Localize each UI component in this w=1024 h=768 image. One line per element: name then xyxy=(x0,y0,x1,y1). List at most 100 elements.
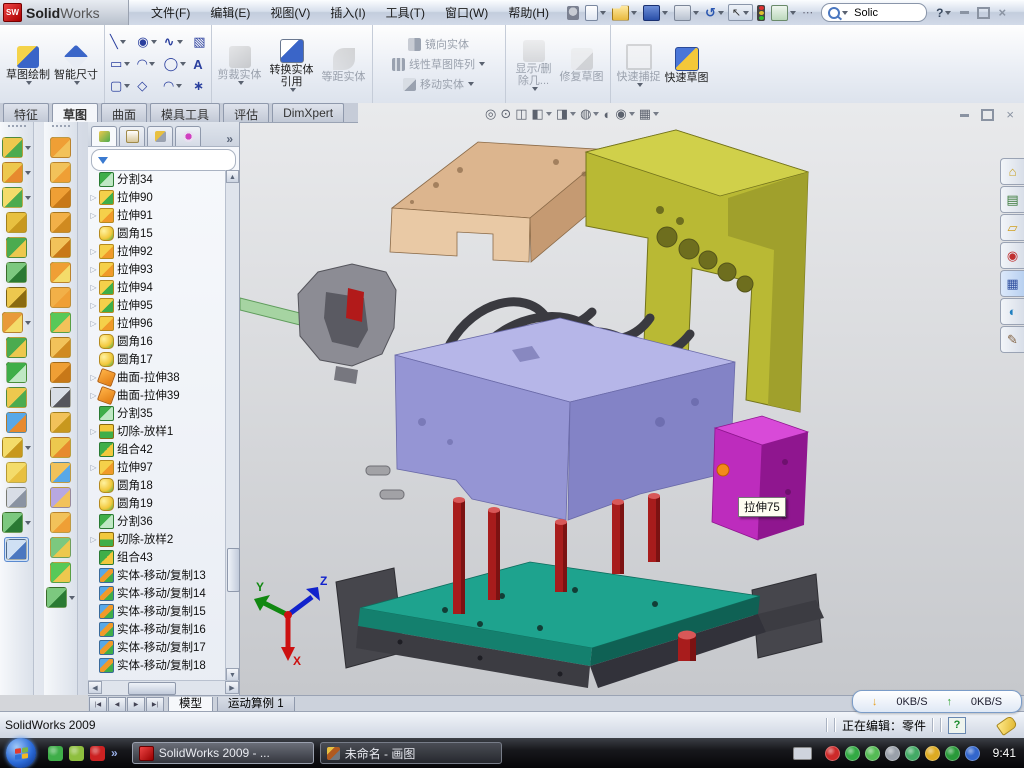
expand-arrow-icon[interactable]: ▷ xyxy=(88,211,99,220)
taskbar-window-0[interactable]: SolidWorks 2009 - ... xyxy=(132,742,314,764)
tree-item[interactable]: ▷拉伸96 xyxy=(88,314,227,332)
tree-item[interactable]: ▷曲面-拉伸39 xyxy=(88,386,227,404)
model-nav-button-3[interactable]: ▶| xyxy=(146,697,164,712)
menu-item-0[interactable]: 文件(F) xyxy=(141,0,200,25)
polygon-button[interactable]: ◇ xyxy=(135,78,158,94)
flex-button[interactable] xyxy=(50,512,71,533)
sketch-button[interactable]: 草图绘制 xyxy=(4,43,52,86)
tree-filter-box[interactable] xyxy=(91,149,236,171)
appearances-button[interactable]: ◐ xyxy=(603,107,611,122)
resources-home-tab[interactable]: ⌂ xyxy=(1000,158,1024,185)
shell-button[interactable] xyxy=(6,237,27,258)
dome-button[interactable] xyxy=(50,537,71,558)
ellipse-button[interactable]: ◯ xyxy=(162,56,189,72)
quick-tips-help-button[interactable]: ? xyxy=(948,717,966,734)
axis-button[interactable] xyxy=(6,487,27,508)
pin-toolbar-button[interactable] xyxy=(565,4,581,22)
display-delete-relations-button[interactable]: 显示/删除几... xyxy=(510,37,558,92)
helix-curve-button[interactable] xyxy=(2,512,31,533)
part-handle-rod[interactable] xyxy=(240,298,304,326)
doc-minimize-button[interactable] xyxy=(960,114,969,117)
rectangle-button[interactable]: ▭ xyxy=(108,56,132,72)
sketch-fillet-button[interactable]: ◠ xyxy=(162,78,189,94)
base-flange-button[interactable] xyxy=(50,287,71,308)
tree-item[interactable]: ▷拉伸91 xyxy=(88,206,227,224)
curved-bend-button[interactable] xyxy=(50,362,71,383)
part-clamp-unit[interactable] xyxy=(240,264,396,384)
expand-arrow-icon[interactable]: ▷ xyxy=(88,463,99,472)
messenger-icon[interactable] xyxy=(48,746,63,761)
health-shield-icon[interactable] xyxy=(945,746,960,761)
trim-entities-button[interactable]: 剪裁实体 xyxy=(216,43,264,86)
tree-item[interactable]: ▷拉伸94 xyxy=(88,278,227,296)
model-tab-0[interactable]: 模型 xyxy=(168,697,213,712)
tree-item[interactable]: ▷切除-放样2 xyxy=(88,530,227,548)
linear-sketch-pattern-button[interactable]: 线性草图阵列 xyxy=(392,56,485,72)
tree-item[interactable]: ▷拉伸95 xyxy=(88,296,227,314)
tree-item[interactable]: 实体-移动/复制13 xyxy=(88,566,227,584)
extruded-boss-button[interactable] xyxy=(2,137,31,158)
tree-item[interactable]: 实体-移动/复制16 xyxy=(88,620,227,638)
model-nav-button-1[interactable]: ◀ xyxy=(108,697,126,712)
linear-pattern-button[interactable] xyxy=(2,312,31,333)
convert-entities-button[interactable]: 转换实体引用 xyxy=(264,36,320,93)
expand-arrow-icon[interactable]: ▷ xyxy=(88,319,99,328)
spline-button[interactable]: ∿ xyxy=(162,34,189,50)
tree-item[interactable]: 分割34 xyxy=(88,170,227,188)
model-nav-button-2[interactable]: ▶ xyxy=(127,697,145,712)
feature-manager-tab[interactable] xyxy=(91,126,117,146)
tree-item[interactable]: ▷拉伸93 xyxy=(88,260,227,278)
tab-3[interactable]: 模具工具 xyxy=(150,103,220,122)
model-tab-1[interactable]: 运动算例 1 xyxy=(217,697,295,712)
scrollbar-thumb[interactable] xyxy=(227,548,240,592)
restore-button[interactable] xyxy=(977,7,990,19)
tree-horizontal-scrollbar[interactable]: ◀ ▶ xyxy=(88,680,239,695)
tree-item[interactable]: 实体-移动/复制14 xyxy=(88,584,227,602)
appearances-scenes-tab[interactable]: ◐ xyxy=(1000,298,1024,325)
helix-spiral-button[interactable] xyxy=(46,587,75,608)
tree-item[interactable]: 圆角19 xyxy=(88,494,227,512)
edge-flange-button[interactable] xyxy=(50,312,71,333)
menu-item-6[interactable]: 帮助(H) xyxy=(498,0,559,25)
tree-item[interactable]: 实体-移动/复制18 xyxy=(88,656,227,674)
part-top-clamp-plate[interactable] xyxy=(390,142,613,262)
file-explorer-tab[interactable]: ▱ xyxy=(1000,214,1024,241)
circle-button[interactable]: ◉ xyxy=(135,34,158,50)
pick-entities-button[interactable]: ▧ xyxy=(191,34,207,50)
media-player-icon[interactable] xyxy=(69,746,84,761)
antivirus-shield-icon[interactable] xyxy=(845,746,860,761)
view-palette-tab[interactable]: ▦ xyxy=(1000,270,1024,297)
search-tab[interactable]: ◉ xyxy=(1000,242,1024,269)
repair-sketch-button[interactable]: 修复草图 xyxy=(558,45,606,84)
update-service-icon[interactable] xyxy=(865,746,880,761)
volume-icon[interactable] xyxy=(885,746,900,761)
taskbar-window-1[interactable]: 未命名 - 画图 xyxy=(320,742,502,764)
sheet-metal-flange-button[interactable] xyxy=(50,137,71,158)
tree-item[interactable]: 分割35 xyxy=(88,404,227,422)
point-button[interactable]: ∗ xyxy=(191,78,207,94)
expand-arrow-icon[interactable]: ▷ xyxy=(88,265,99,274)
menu-item-5[interactable]: 窗口(W) xyxy=(435,0,498,25)
tab-5[interactable]: DimXpert xyxy=(272,103,344,122)
menu-item-1[interactable]: 编辑(E) xyxy=(200,0,260,25)
toolbar-grip[interactable] xyxy=(52,125,70,131)
expand-arrow-icon[interactable]: ▷ xyxy=(88,427,99,436)
new-file-button[interactable] xyxy=(583,3,608,23)
rapid-sketch-button[interactable]: 快速草图 xyxy=(663,44,711,85)
tree-item[interactable]: 圆角17 xyxy=(88,350,227,368)
hide-show-items-button[interactable]: ◍ xyxy=(580,106,599,122)
property-manager-tab[interactable] xyxy=(119,126,145,146)
split-button[interactable] xyxy=(6,362,27,383)
quick-launch-overflow-icon[interactable]: » xyxy=(111,746,118,760)
menu-item-2[interactable]: 视图(V) xyxy=(260,0,320,25)
scene-button[interactable]: ◉ xyxy=(615,106,634,122)
zoom-fit-button[interactable]: ◎ xyxy=(485,106,496,122)
move-copy-body-button[interactable] xyxy=(6,412,27,433)
tag-icon[interactable] xyxy=(996,715,1018,736)
quick-snaps-button[interactable]: 快速捕捉 xyxy=(615,41,663,88)
hole-wizard-button[interactable] xyxy=(6,287,27,308)
deform-button[interactable] xyxy=(50,487,71,508)
move-entities-button[interactable]: 移动实体 xyxy=(403,76,474,92)
graphics-viewport[interactable]: Y Z X ◎⊙◫◧◨◍◐◉▦ × ⌂▤▱◉▦◐✎ 拉伸75 xyxy=(240,103,1024,695)
options-button[interactable] xyxy=(769,3,798,23)
